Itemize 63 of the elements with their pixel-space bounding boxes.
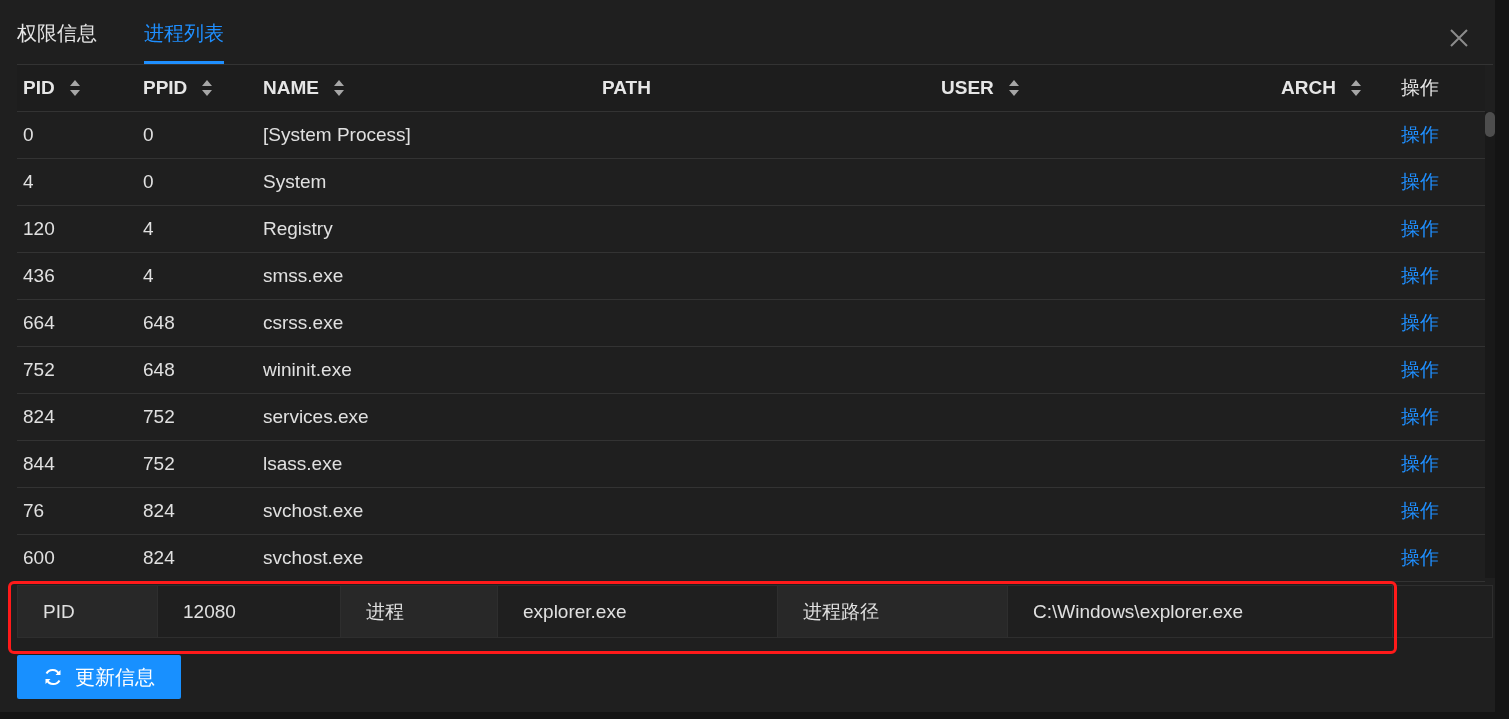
action-link[interactable]: 操作 (1401, 453, 1439, 474)
table-cell: 664 (23, 312, 55, 333)
info-label: 进程 (366, 599, 404, 624)
column-header: PATH (602, 77, 651, 99)
info-value: C:\Windows\explorer.exe (1033, 600, 1244, 623)
table-cell: svchost.exe (263, 500, 364, 521)
info-label: 进程路径 (803, 599, 879, 624)
refresh-icon (43, 667, 63, 687)
table-cell: 752 (143, 406, 175, 427)
table-cell: 120 (23, 218, 55, 239)
table-cell: 844 (23, 453, 55, 474)
scrollbar[interactable] (1485, 112, 1495, 578)
refresh-button[interactable]: 更新信息 (17, 655, 181, 699)
table-cell: 76 (23, 500, 45, 521)
sort-icon[interactable] (1349, 79, 1362, 97)
table-cell: svchost.exe (263, 547, 364, 568)
column-header: 操作 (1401, 76, 1439, 100)
info-value: explorer.exe (523, 600, 627, 623)
table-cell: wininit.exe (263, 359, 352, 380)
sort-icon[interactable] (1007, 79, 1020, 97)
table-cell: System (263, 171, 327, 192)
action-link[interactable]: 操作 (1401, 359, 1439, 380)
action-link[interactable]: 操作 (1401, 406, 1439, 427)
action-link[interactable]: 操作 (1401, 171, 1439, 192)
table-cell: services.exe (263, 406, 369, 427)
table-cell: [System Process] (263, 124, 411, 145)
close-icon[interactable] (1449, 28, 1469, 48)
table-cell: smss.exe (263, 265, 344, 286)
table-cell: 4 (143, 265, 154, 286)
table-cell: 752 (23, 359, 55, 380)
column-header[interactable]: NAME (263, 77, 345, 99)
table-cell: csrss.exe (263, 312, 344, 333)
column-header[interactable]: PID (23, 77, 81, 99)
table-cell: 0 (143, 124, 154, 145)
column-header[interactable]: PPID (143, 77, 214, 99)
action-link[interactable]: 操作 (1401, 124, 1439, 145)
info-label: PID (43, 600, 75, 623)
sort-icon[interactable] (68, 79, 81, 97)
table-cell: 752 (143, 453, 175, 474)
info-value: 12080 (183, 600, 236, 623)
table-cell: 0 (143, 171, 154, 192)
table-cell: 0 (23, 124, 34, 145)
tab[interactable]: 权限信息 (17, 0, 97, 64)
table-cell: 648 (143, 312, 175, 333)
sort-icon[interactable] (201, 79, 214, 97)
table-cell: 436 (23, 265, 55, 286)
table-cell: 4 (143, 218, 154, 239)
action-link[interactable]: 操作 (1401, 312, 1439, 333)
table-cell: 4 (23, 171, 34, 192)
table-cell: 824 (143, 500, 175, 521)
column-header[interactable]: USER (941, 77, 1020, 99)
table-cell: 824 (143, 547, 175, 568)
action-link[interactable]: 操作 (1401, 265, 1439, 286)
sort-icon[interactable] (332, 79, 345, 97)
action-link[interactable]: 操作 (1401, 500, 1439, 521)
action-link[interactable]: 操作 (1401, 547, 1439, 568)
column-header[interactable]: ARCH (1281, 77, 1362, 99)
action-link[interactable]: 操作 (1401, 218, 1439, 239)
table-cell: 648 (143, 359, 175, 380)
table-cell: lsass.exe (263, 453, 343, 474)
table-cell: Registry (263, 218, 333, 239)
table-cell: 824 (23, 406, 55, 427)
table-cell: 600 (23, 547, 55, 568)
